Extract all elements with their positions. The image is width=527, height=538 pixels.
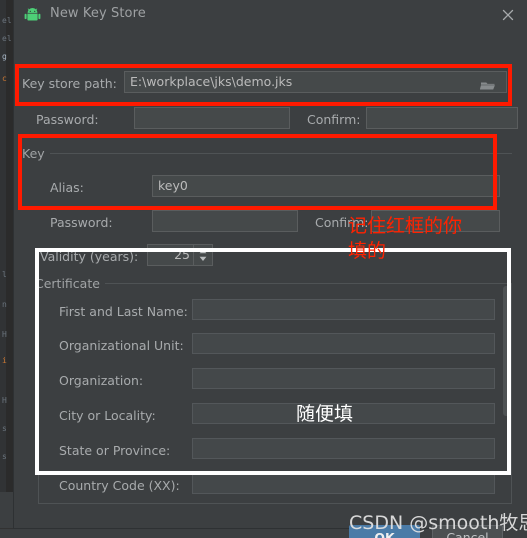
cert-field-label-0: First and Last Name: bbox=[59, 304, 188, 319]
folder-icon[interactable] bbox=[479, 77, 496, 90]
validity-value: 25 bbox=[174, 247, 190, 262]
close-icon[interactable] bbox=[499, 6, 517, 24]
keystore-confirm-input[interactable] bbox=[366, 107, 518, 129]
cert-field-label-1: Organizational Unit: bbox=[59, 338, 184, 353]
cert-field-input-5[interactable] bbox=[192, 473, 495, 494]
key-store-path-input[interactable]: E:\workplace\jks\demo.jks bbox=[124, 71, 507, 93]
key-store-path-label: Key store path: bbox=[22, 76, 117, 91]
dialog-body: Key store path: E:\workplace\jks\demo.jk… bbox=[14, 32, 527, 538]
cert-field-label-4: State or Province: bbox=[59, 443, 171, 458]
key-alias-input[interactable]: key0 bbox=[152, 175, 500, 197]
validity-stepper-arrows[interactable] bbox=[193, 245, 212, 265]
validity-label: Validity (years): bbox=[40, 249, 139, 264]
key-group-title: Key bbox=[22, 146, 50, 161]
cert-field-label-5: Country Code (XX): bbox=[59, 478, 180, 493]
cert-field-input-1[interactable] bbox=[192, 333, 495, 354]
certificate-scroll-thumb[interactable] bbox=[503, 286, 510, 416]
new-key-store-dialog: New Key Store Key store path: E:\workpla… bbox=[14, 0, 527, 538]
certificate-group-title: Certificate bbox=[35, 276, 105, 291]
annotation-white-note: 随便填 bbox=[296, 403, 354, 425]
watermark-text: CSDN @smooth牧思 bbox=[349, 512, 527, 534]
dialog-title-bar: New Key Store bbox=[14, 0, 527, 32]
dialog-title: New Key Store bbox=[50, 6, 146, 21]
certificate-scrollbar[interactable] bbox=[503, 284, 510, 503]
key-password-label: Password: bbox=[50, 215, 113, 230]
cert-field-input-2[interactable] bbox=[192, 368, 495, 389]
keystore-password-label: Password: bbox=[36, 112, 99, 127]
screenshot-root: el el g c l n H i H s s New Key Store Ke… bbox=[0, 0, 527, 538]
ide-editor-strip: el el g c l n H i H s s bbox=[0, 0, 14, 492]
cert-field-label-2: Organization: bbox=[59, 373, 144, 388]
keystore-confirm-label: Confirm: bbox=[307, 112, 361, 127]
cert-field-label-3: City or Locality: bbox=[59, 408, 156, 423]
android-robot-icon bbox=[24, 8, 41, 24]
key-password-input[interactable] bbox=[152, 210, 298, 232]
key-alias-label: Alias: bbox=[50, 180, 84, 195]
annotation-red-note: 记住红框的你 填的 bbox=[348, 215, 463, 262]
cert-field-input-4[interactable] bbox=[192, 438, 495, 459]
keystore-password-input[interactable] bbox=[134, 107, 290, 129]
cert-field-input-0[interactable] bbox=[192, 299, 495, 320]
key-group-separator bbox=[46, 153, 512, 154]
validity-stepper[interactable]: 25 bbox=[147, 244, 213, 266]
